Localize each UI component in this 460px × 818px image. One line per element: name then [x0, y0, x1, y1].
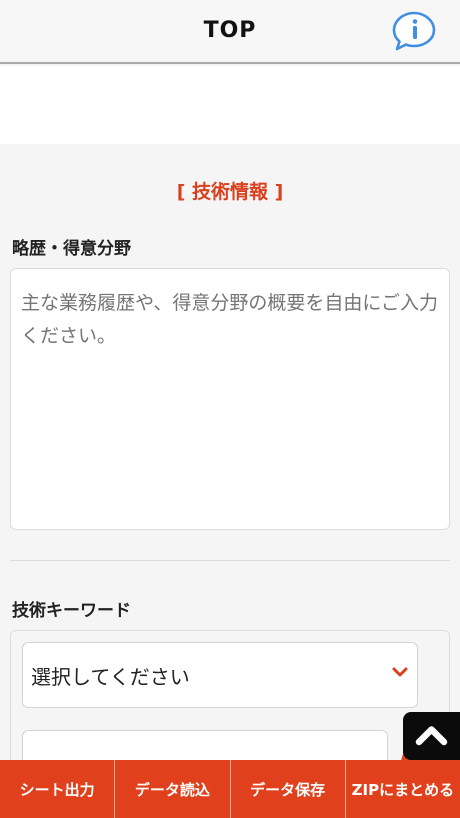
- app-header: TOP: [0, 0, 460, 64]
- keyword-group: 選択してください: [10, 630, 450, 783]
- tech-info-section: [ 技術情報 ] 略歴・得意分野 技術キーワード 選択してください: [0, 144, 460, 783]
- load-data-button[interactable]: データ読込: [115, 760, 231, 818]
- keyword-select[interactable]: 選択してください: [22, 642, 418, 708]
- history-label: 略歴・得意分野: [12, 239, 131, 259]
- section-divider: [10, 560, 450, 561]
- export-sheet-button[interactable]: シート出力: [0, 760, 116, 818]
- section-title: [ 技術情報 ]: [176, 181, 284, 203]
- zip-button[interactable]: ZIPにまとめる: [346, 760, 460, 818]
- save-data-button[interactable]: データ保存: [231, 760, 346, 818]
- keyword-select-value: 選択してください: [31, 664, 190, 689]
- keyword-label: 技術キーワード: [12, 601, 131, 621]
- history-textarea[interactable]: [10, 268, 450, 530]
- bottom-action-bar: シート出力 データ読込 データ保存 ZIPにまとめる: [0, 760, 460, 818]
- chevron-down-icon: [392, 667, 408, 677]
- scroll-top-button[interactable]: [403, 712, 460, 760]
- header-spacer: [0, 66, 460, 144]
- info-bubble-icon[interactable]: [390, 10, 438, 52]
- chevron-up-icon: [415, 726, 448, 746]
